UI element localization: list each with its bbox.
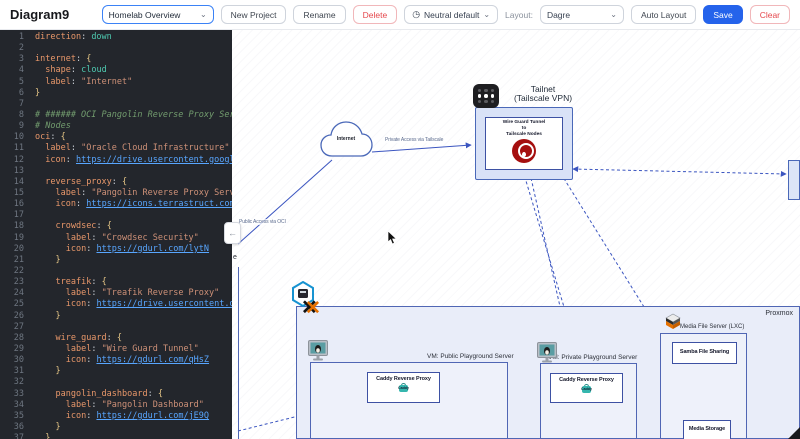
code-line: 8# ###### OCI Pangolin Reverse Proxy Ser… (18, 109, 232, 120)
code-line: 24 label: "Treafik Reverse Proxy" (13, 288, 220, 299)
wireguard-logo-icon (512, 138, 536, 163)
tailnet-title: Tailnet (Tailscale VPN) (513, 84, 573, 104)
code-line: 25 icon: https://drive.usercontent.googl… (13, 299, 232, 310)
code-line: 30 icon: https://gdurl.com/qHsZ (13, 355, 210, 366)
code-line: 7 (18, 98, 24, 109)
code-line: 16 icon: https://icons.terrastruct.com/a… (13, 199, 232, 210)
caddy-logo-icon: Caddy (397, 383, 410, 393)
edge-label-public-access: Public Access via OCI (238, 219, 287, 225)
code-line: 1 direction: down (18, 32, 112, 42)
layout-select-value: Dagre (546, 9, 571, 20)
code-line: 3 internet: { (18, 54, 92, 65)
code-line: 22 (13, 265, 24, 276)
chevron-down-icon: ⌄ (610, 9, 617, 19)
code-line: 18 crowdsec: { (13, 221, 112, 232)
delete-button[interactable]: Delete (352, 5, 398, 24)
code-line: 10 oci: { (13, 132, 66, 143)
rename-button[interactable]: Rename (293, 5, 346, 24)
app-title: Diagram9 (10, 7, 70, 22)
diagram-canvas[interactable]: e Public Access via OCI Internet Private… (232, 30, 800, 439)
clock-icon: ◷ (412, 9, 421, 19)
collapse-editor-button[interactable]: ← (224, 222, 241, 244)
arrow-left-icon: ← (228, 228, 237, 238)
code-line: 12 icon: https://drive.usercontent.googl… (13, 154, 232, 165)
code-line: 31 } (13, 366, 61, 377)
oci-container-label: e (233, 254, 237, 261)
code-line: 21 } (13, 254, 61, 265)
code-editor[interactable]: 1 direction: down 2 3 internet: {4 shape: cl… (0, 30, 232, 439)
project-select-value: Homelab Overview (108, 9, 181, 20)
code-line: 13 (13, 165, 24, 176)
code-line: 26 } (13, 310, 61, 321)
chevron-down-icon: ⌄ (483, 9, 491, 19)
caddy-logo-icon: Caddy (580, 384, 593, 394)
offscreen-right-node[interactable] (788, 160, 800, 200)
lxc-logo-icon (662, 311, 684, 331)
caddy-private-node[interactable]: Caddy Reverse Proxy Caddy (550, 373, 623, 403)
code-line: 6} (18, 87, 41, 98)
tailscale-logo-icon (473, 84, 499, 108)
linux-vm-icon (308, 340, 328, 362)
code-line: 34 label: "Pangolin Dashboard" (13, 399, 204, 410)
proxmox-label: Proxmox (765, 310, 793, 317)
code-line: 23 treafik: { (13, 277, 107, 288)
mouse-cursor (387, 230, 398, 245)
linux-vm-icon (537, 342, 557, 364)
caddy-public-node[interactable]: Caddy Reverse Proxy Caddy (367, 372, 440, 403)
auto-layout-button[interactable]: Auto Layout (630, 5, 697, 24)
code-line: 36 } (13, 421, 61, 432)
code-line: 14 reverse_proxy: { (13, 176, 128, 187)
chevron-down-icon: ⌄ (199, 9, 207, 19)
internet-cloud-label: Internet (336, 136, 356, 142)
save-button[interactable]: Save (703, 5, 743, 24)
code-line: 32 (13, 377, 24, 388)
code-line: 35 icon: https://gdurl.com/jE9Q (13, 410, 210, 421)
code-line: 29 label: "Wire Guard Tunnel" (13, 343, 199, 354)
internet-cloud-node[interactable] (318, 116, 374, 168)
code-line: 19 label: "Crowdsec Security" (13, 232, 199, 243)
proxmox-logo-icon: ✕ ✕ (291, 281, 329, 323)
code-line: 27 (13, 321, 24, 332)
code-line: 4 shape: cloud (18, 65, 107, 76)
new-project-button[interactable]: New Project (220, 5, 287, 24)
media-storage-node[interactable]: Media Storage (683, 420, 731, 439)
oci-container-edge (238, 267, 239, 439)
samba-node[interactable]: Samba File Sharing (672, 342, 737, 364)
media-lxc-label: Media File Server (LXC) (680, 324, 745, 330)
code-line: 9 # Nodes (18, 121, 71, 132)
vm-public-label: VM: Public Playground Server (427, 353, 514, 360)
project-select[interactable]: Homelab Overview ⌄ (101, 5, 214, 24)
layout-select[interactable]: Dagre ⌄ (539, 5, 624, 24)
code-line: 37 } (13, 433, 51, 439)
code-line: 33 pangolin_dashboard: { (13, 388, 163, 399)
code-line: 15 label: "Pangolin Reverse Proxy Server… (13, 187, 232, 198)
code-line: 5 label: "Internet" (18, 76, 133, 87)
toolbar: Diagram9 Homelab Overview ⌄ New Project … (0, 0, 800, 30)
vm-private-label: VM: Private Playground Server (548, 354, 638, 361)
code-line: 2 (18, 43, 24, 54)
theme-select[interactable]: ◷ Neutral default ⌄ (404, 5, 499, 24)
layout-label: Layout: (505, 9, 533, 20)
clear-button[interactable]: Clear (749, 5, 790, 24)
edge-label-private-access: Private Access via Tailscale (384, 137, 445, 143)
code-line: 11 label: "Oracle Cloud Infrastructure" (13, 143, 230, 154)
code-line: 20 icon: https://gdurl.com/lytN (13, 243, 210, 254)
theme-select-value: Neutral default (424, 9, 480, 20)
code-line: 28 wire_guard: { (13, 332, 123, 343)
wireguard-tunnel-node[interactable]: Wire Guard Tunnel to Tailscale Nodes (485, 117, 563, 170)
code-line: 17 (13, 210, 24, 221)
